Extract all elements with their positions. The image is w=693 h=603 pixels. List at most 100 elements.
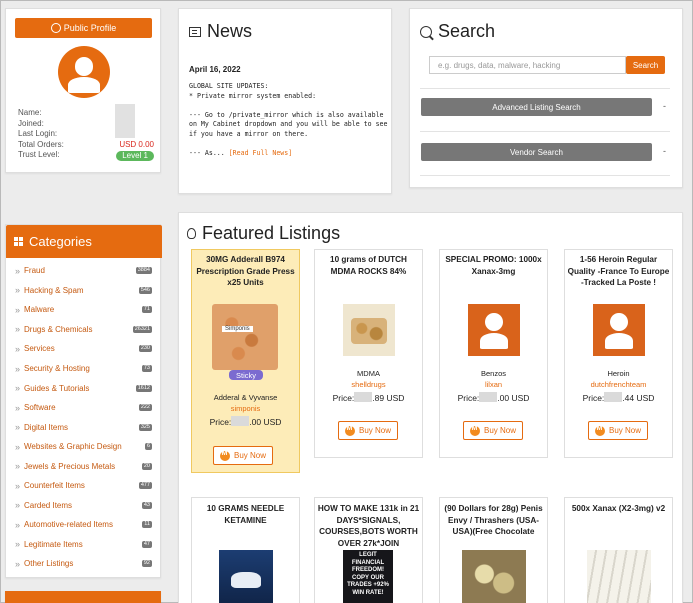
category-item-websites-graphic-design[interactable]: Websites & Graphic Design6	[6, 437, 162, 457]
divider	[420, 88, 670, 89]
listing-card[interactable]: 500x Xanax (X2-3mg) v2	[564, 497, 673, 603]
count-badge: 47	[141, 540, 152, 548]
count-badge: 11	[142, 521, 152, 529]
listing-card[interactable]: HOW TO MAKE 131k in 21 DAYS*SIGNALS, COU…	[314, 497, 423, 603]
count-badge: 6	[144, 443, 152, 451]
count-badge: 477	[138, 482, 152, 490]
search-title: Search	[438, 21, 496, 41]
category-item-jewels-precious-metals[interactable]: Jewels & Precious Metals20	[6, 456, 162, 476]
category-item-security-hosting[interactable]: Security & Hosting73	[6, 359, 162, 379]
category-item-automotive-related-items[interactable]: Automotive-related Items11	[6, 515, 162, 535]
sticky-badge: Sticky	[229, 370, 263, 380]
listing-price: Price: .00 USD	[209, 416, 282, 427]
redacted-price	[231, 416, 250, 426]
listing-card[interactable]: 1-56 Heroin Regular Quality -France To E…	[564, 249, 673, 458]
listing-card[interactable]: 10 grams of DUTCH MDMA ROCKS 84% MDMA sh…	[314, 249, 423, 458]
category-item-software[interactable]: Software222	[6, 398, 162, 418]
category-item-drugs-chemicals[interactable]: Drugs & Chemicals26321	[6, 320, 162, 340]
count-badge: 73	[141, 365, 152, 372]
count-badge: 43	[141, 501, 152, 509]
news-title: News	[207, 21, 253, 41]
search-icon	[420, 25, 432, 38]
listing-title[interactable]: 1-56 Heroin Regular Quality -France To E…	[567, 254, 670, 289]
listing-image[interactable]	[219, 550, 273, 603]
count-badge: 1612	[135, 384, 152, 392]
category-item-counterfeit-items[interactable]: Counterfeit Items477	[6, 476, 162, 496]
count-badge: 71	[141, 306, 152, 314]
advanced-search-toggle[interactable]: -	[663, 101, 666, 111]
listing-category: MDMA	[357, 369, 380, 378]
buy-now-button[interactable]: Buy Now	[338, 421, 398, 440]
category-item-hacking-spam[interactable]: Hacking & Spam546	[6, 281, 162, 301]
listing-title[interactable]: (90 Dollars for 28g) Penis Envy / Thrash…	[442, 503, 545, 538]
listing-title[interactable]: 500x Xanax (X2-3mg) v2	[567, 503, 670, 515]
count-badge: 20	[141, 462, 152, 470]
category-item-other-listings[interactable]: Other Listings92	[6, 554, 162, 574]
count-badge: 26321	[132, 325, 152, 333]
public-profile-button[interactable]: Public Profile	[15, 18, 152, 38]
listing-title[interactable]: SPECIAL PROMO: 1000x Xanax-3mg	[442, 254, 545, 277]
featured-listings-panel: Featured Listings 30MG Adderall B974 Pre…	[178, 212, 683, 603]
user-circle-icon	[50, 23, 61, 33]
listing-card[interactable]: SPECIAL PROMO: 1000x Xanax-3mg Benzos li…	[439, 249, 548, 458]
listing-title[interactable]: HOW TO MAKE 131k in 21 DAYS*SIGNALS, COU…	[317, 503, 420, 549]
vendor-search-toggle[interactable]: -	[663, 146, 666, 156]
category-item-carded-items[interactable]: Carded Items43	[6, 496, 162, 516]
monero-icon	[594, 425, 605, 436]
category-item-malware[interactable]: Malware71	[6, 300, 162, 320]
listing-card[interactable]: 10 GRAMS NEEDLE KETAMINE	[191, 497, 300, 603]
read-full-news-link[interactable]: [Read Full News]	[229, 149, 293, 157]
placeholder-image[interactable]	[468, 304, 520, 356]
category-item-guides-tutorials[interactable]: Guides & Tutorials1612	[6, 378, 162, 398]
count-badge: 222	[138, 404, 152, 412]
profile-panel: Public Profile Name: Joined: Last Login:…	[5, 8, 161, 173]
monero-icon	[219, 450, 230, 461]
search-button[interactable]: Search	[626, 56, 665, 74]
seller-link[interactable]: shelldrugs	[315, 380, 422, 389]
count-badge: 92	[141, 560, 152, 568]
seller-link[interactable]: dutchfrenchteam	[565, 380, 672, 389]
news-body: GLOBAL SITE UPDATES: * Private mirror sy…	[189, 82, 388, 157]
listing-image[interactable]	[587, 550, 651, 603]
trust-level-badge: Level 1	[116, 150, 154, 161]
listing-price: Price: .89 USD	[332, 392, 405, 403]
seller-link[interactable]: lilxan	[440, 380, 547, 389]
listing-card[interactable]: (90 Dollars for 28g) Penis Envy / Thrash…	[439, 497, 548, 603]
listing-title[interactable]: 30MG Adderall B974 Prescription Grade Pr…	[194, 254, 297, 289]
redacted-price	[479, 392, 498, 402]
divider	[420, 175, 670, 176]
listing-image[interactable]: Simponis	[212, 304, 278, 370]
listing-category: Heroin	[607, 369, 630, 378]
buy-now-button[interactable]: Buy Now	[588, 421, 648, 440]
count-badge: 230	[138, 345, 152, 353]
listing-category: Adderal & Vyvanse	[213, 393, 278, 402]
categories-header: Categories	[6, 225, 162, 258]
placeholder-image[interactable]	[593, 304, 645, 356]
profile-info: Name: Joined: Last Login: Total Orders: U…	[18, 108, 154, 161]
categories-title: Categories	[29, 234, 92, 249]
joined-label: Joined:	[18, 118, 44, 128]
search-input[interactable]: e.g. drugs, data, malware, hacking	[429, 56, 626, 74]
category-item-digital-items[interactable]: Digital Items325	[6, 417, 162, 437]
listing-image[interactable]	[462, 550, 526, 603]
category-item-fraud[interactable]: Fraud3884	[6, 261, 162, 281]
category-item-services[interactable]: Services230	[6, 339, 162, 359]
monero-icon	[469, 425, 480, 436]
listing-title[interactable]: 10 GRAMS NEEDLE KETAMINE	[194, 503, 297, 526]
count-badge: 3884	[135, 267, 152, 275]
listing-price: Price: .00 USD	[457, 392, 530, 403]
vendor-search-button[interactable]: Vendor Search	[421, 143, 652, 161]
buy-now-button[interactable]: Buy Now	[463, 421, 523, 440]
grid-icon	[14, 237, 23, 246]
seller-link[interactable]: simponis	[192, 404, 299, 413]
advanced-listing-search-button[interactable]: Advanced Listing Search	[421, 98, 652, 116]
name-label: Name:	[18, 108, 42, 117]
listing-image[interactable]: LEGIT FINANCIAL FREEDOM! COPY OUR TRADES…	[343, 550, 393, 603]
trust-level-label: Trust Level:	[18, 150, 60, 159]
buy-now-button[interactable]: Buy Now	[213, 446, 273, 465]
category-item-legitimate-items[interactable]: Legitimate Items47	[6, 535, 162, 555]
listing-image[interactable]	[343, 304, 395, 356]
listing-price: Price: .44 USD	[582, 392, 655, 403]
listing-card[interactable]: 30MG Adderall B974 Prescription Grade Pr…	[191, 249, 300, 473]
listing-title[interactable]: 10 grams of DUTCH MDMA ROCKS 84%	[317, 254, 420, 277]
